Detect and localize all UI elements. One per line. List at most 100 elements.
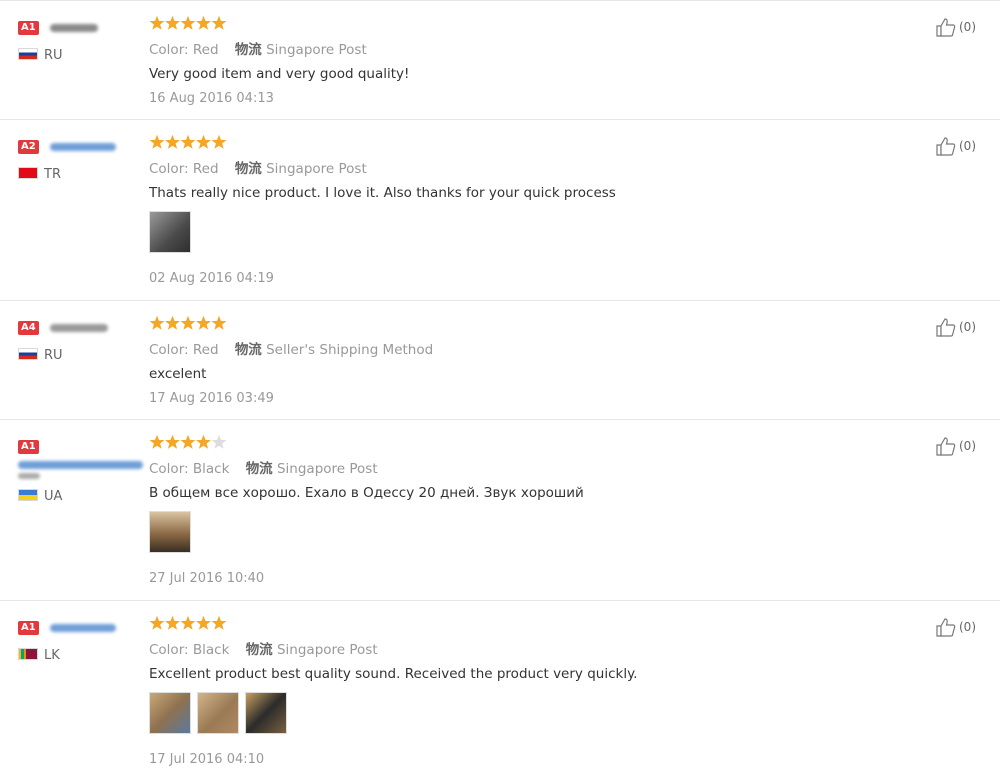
buyer-level-badge: A1 [18, 439, 39, 454]
rating-stars-icon [149, 15, 227, 30]
review-photo-thumbnail[interactable] [245, 692, 287, 734]
star-filled-icon [180, 134, 196, 149]
shipping-method: Singapore Post [276, 642, 378, 658]
star-rating [149, 434, 889, 450]
review-text: Thats really nice product. I love it. Al… [149, 185, 616, 201]
helpful-count: (0) [959, 620, 976, 634]
thumbs-up-icon [936, 318, 956, 337]
star-filled-icon [149, 15, 165, 30]
rating-stars-icon [149, 615, 227, 630]
helpful-button[interactable]: (0) [935, 17, 976, 37]
reviewer-name-blurred [49, 142, 116, 151]
helpful-button[interactable]: (0) [935, 317, 976, 337]
review-text: В общем все хорошо. Ехало в Одессу 20 дн… [149, 485, 584, 501]
review-body: Color: Red 物流 Singapore Post Very good i… [149, 15, 889, 106]
star-filled-icon [196, 134, 211, 149]
review-body: Color: Black 物流 Singapore Post В общем в… [149, 434, 889, 586]
star-filled-icon [165, 434, 180, 449]
review-body: Color: Red 物流 Seller's Shipping Method e… [149, 315, 889, 406]
reviewer-info: A1 RU [18, 17, 143, 63]
review-date: 02 Aug 2016 04:19 [149, 271, 274, 286]
star-filled-icon [211, 15, 227, 30]
thumbs-up-icon [936, 618, 956, 637]
reviewer-country: RU [18, 48, 143, 63]
review-photo-thumbnail[interactable] [149, 692, 191, 734]
reviewer-name-blurred [49, 23, 98, 32]
flag-ru-icon [18, 348, 38, 360]
shipping-method: Seller's Shipping Method [266, 342, 434, 358]
shipping-label: 物流 [245, 461, 273, 477]
flag-lk-icon [18, 648, 38, 660]
review-photos [149, 211, 889, 257]
thumbs-up-icon [936, 437, 956, 456]
flag-tr-icon [18, 167, 38, 179]
helpful-button[interactable]: (0) [935, 436, 976, 456]
shipping-label: 物流 [245, 642, 273, 658]
review-meta: Color: Black 物流 Singapore Post [149, 642, 378, 658]
review-photo-thumbnail[interactable] [149, 511, 191, 553]
review-photo-thumbnail[interactable] [149, 211, 191, 253]
star-filled-icon [211, 315, 227, 330]
reviewer-info: A1 LK [18, 617, 143, 663]
flag-ru-icon [18, 48, 38, 60]
helpful-count: (0) [959, 439, 976, 453]
review-date: 27 Jul 2016 10:40 [149, 571, 265, 586]
star-filled-icon [196, 15, 211, 30]
buyer-level-badge: A2 [18, 139, 39, 154]
review-list: A1 RU Color: Red 物流 Singapore Post Very … [0, 0, 1000, 779]
reviewer-country: RU [18, 348, 143, 363]
helpful-button[interactable]: (0) [935, 617, 976, 637]
helpful-count: (0) [959, 320, 976, 334]
review-item: A4 RU Color: Red 物流 Seller's Shipping Me… [0, 301, 1000, 420]
reviewer-country: LK [18, 648, 143, 663]
star-filled-icon [196, 315, 211, 330]
review-date: 17 Aug 2016 03:49 [149, 391, 274, 406]
flag-ua-icon [18, 489, 38, 501]
star-filled-icon [165, 315, 180, 330]
star-filled-icon [165, 134, 180, 149]
star-filled-icon [149, 315, 165, 330]
helpful-button[interactable]: (0) [935, 136, 976, 156]
thumbs-up-icon [936, 18, 956, 37]
reviewer-country: UA [18, 489, 143, 504]
buyer-level-badge: A4 [18, 320, 39, 335]
helpful-count: (0) [959, 139, 976, 153]
review-meta: Color: Red 物流 Seller's Shipping Method [149, 342, 434, 358]
review-photos [149, 511, 889, 557]
star-filled-icon [196, 434, 211, 449]
reviewer-name-blurred [18, 461, 143, 469]
review-item: A1 LK Color: Black 物流 Singapore Post Exc… [0, 601, 1000, 779]
reviewer-info: A4 RU [18, 317, 143, 363]
shipping-label: 物流 [234, 42, 262, 58]
review-photo-thumbnail[interactable] [197, 692, 239, 734]
reviewer-name-blurred [49, 623, 116, 632]
review-item: A1 UA Color: Black 物流 Singapore Post В о… [0, 420, 1000, 601]
thumbs-up-icon [936, 137, 956, 156]
rating-stars-icon [149, 434, 227, 449]
review-text: Excellent product best quality sound. Re… [149, 666, 638, 682]
buyer-level-badge: A1 [18, 620, 39, 635]
review-date: 17 Jul 2016 04:10 [149, 752, 265, 767]
star-filled-icon [180, 615, 196, 630]
star-filled-icon [149, 615, 165, 630]
star-rating [149, 315, 889, 331]
reviewer-name-blurred [18, 473, 40, 479]
star-filled-icon [180, 434, 196, 449]
star-rating [149, 615, 889, 631]
reviewer-info: A2 TR [18, 136, 143, 182]
star-filled-icon [211, 134, 227, 149]
reviewer-info: A1 UA [18, 436, 143, 504]
rating-stars-icon [149, 315, 227, 330]
shipping-method: Singapore Post [266, 42, 367, 58]
review-date: 16 Aug 2016 04:13 [149, 91, 274, 106]
star-filled-icon [149, 434, 165, 449]
star-empty-icon [211, 434, 227, 449]
shipping-label: 物流 [234, 342, 262, 358]
review-meta: Color: Black 物流 Singapore Post [149, 461, 378, 477]
review-body: Color: Red 物流 Singapore Post Thats reall… [149, 134, 889, 286]
review-meta: Color: Red 物流 Singapore Post [149, 42, 367, 58]
rating-stars-icon [149, 134, 227, 149]
review-photos [149, 692, 889, 738]
shipping-label: 物流 [234, 161, 262, 177]
shipping-method: Singapore Post [266, 161, 367, 177]
